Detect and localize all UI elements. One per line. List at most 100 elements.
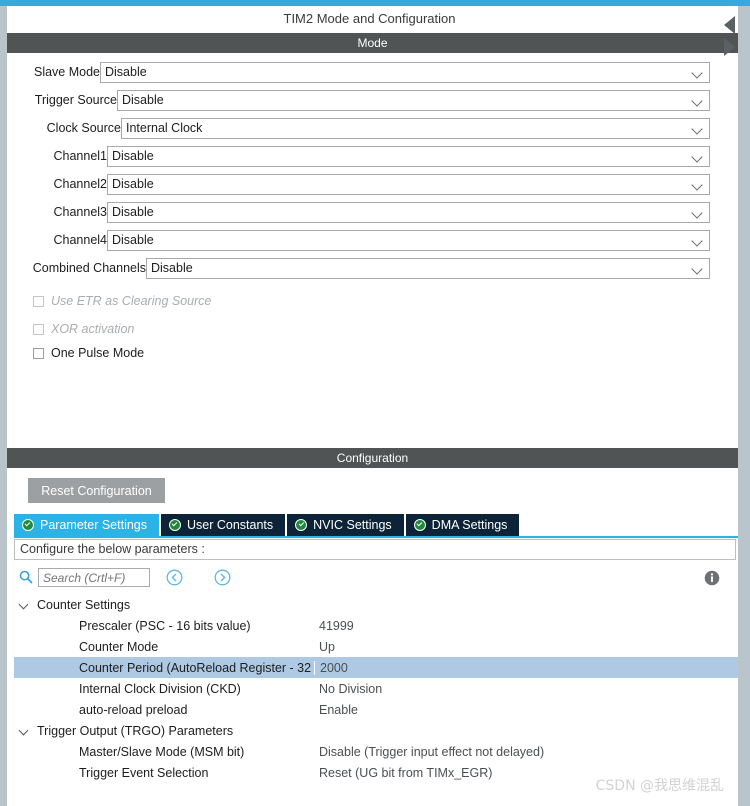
mode-field-row: Channel4 Disable: [7, 229, 738, 251]
mode-field-row: Clock Source Internal Clock: [7, 117, 738, 139]
tab-user-constants[interactable]: User Constants: [161, 514, 286, 536]
chevron-down-icon[interactable]: [20, 600, 30, 610]
parameter-value[interactable]: 2000: [314, 660, 738, 675]
mode-field-value: Disable: [122, 93, 164, 107]
mode-field-value: Disable: [112, 233, 154, 247]
tree-group-header[interactable]: Trigger Output (TRGO) Parameters: [14, 720, 738, 741]
tab-nvic-settings[interactable]: NVIC Settings: [287, 514, 404, 536]
parameter-row[interactable]: auto-reload preload Enable: [14, 699, 738, 720]
mode-field-value: Disable: [105, 65, 147, 79]
chevron-down-icon[interactable]: [687, 259, 709, 278]
right-scroll-rail[interactable]: [738, 6, 750, 806]
tab-parameter-settings[interactable]: Parameter Settings: [14, 514, 159, 536]
mode-field-label: Trigger Source: [34, 93, 117, 107]
parameter-name: Counter Period (AutoReload Register - 32…: [79, 660, 314, 675]
chevron-down-icon[interactable]: [687, 203, 709, 222]
search-input[interactable]: [38, 568, 150, 587]
mode-checkbox-row: XOR activation: [33, 320, 134, 338]
tree-group-label: Counter Settings: [37, 597, 131, 612]
mode-field-dropdown[interactable]: Disable: [107, 201, 710, 223]
mode-field-value: Disable: [151, 261, 193, 275]
mode-field-dropdown[interactable]: Disable: [107, 173, 710, 195]
mode-field-dropdown[interactable]: Disable: [100, 61, 710, 83]
configuration-panel: Reset Configuration Parameter Settings Us…: [7, 468, 738, 806]
check-circle-icon: [169, 519, 181, 531]
mode-field-label: Slave Mode: [33, 65, 100, 79]
checkbox-label: Use ETR as Clearing Source: [51, 294, 212, 308]
tab-dma-settings[interactable]: DMA Settings: [405, 514, 520, 536]
mode-field-value: Disable: [112, 177, 154, 191]
mode-checkbox-row: Use ETR as Clearing Source: [33, 292, 211, 310]
chevron-down-icon[interactable]: [687, 175, 709, 194]
mode-field-dropdown[interactable]: Disable: [117, 89, 710, 111]
mode-field-label: Channel1: [53, 149, 107, 163]
parameter-row[interactable]: Counter Mode Up: [14, 636, 738, 657]
configure-hint: Configure the below parameters :: [14, 539, 736, 560]
parameter-name: Prescaler (PSC - 16 bits value): [79, 618, 251, 633]
tree-group-label: Trigger Output (TRGO) Parameters: [37, 723, 234, 738]
tree-horizontal-scrollbar[interactable]: [14, 798, 738, 804]
parameter-tree: Counter Settings Prescaler (PSC - 16 bits…: [14, 594, 738, 783]
parameter-row[interactable]: Internal Clock Division (CKD) No Division: [14, 678, 738, 699]
search-toolbar: [14, 566, 738, 592]
tab-label: Parameter Settings: [40, 518, 147, 532]
mode-field-value: Internal Clock: [126, 121, 203, 135]
check-circle-icon: [295, 519, 308, 531]
mode-field-dropdown[interactable]: Disable: [107, 145, 710, 167]
chevron-left-icon[interactable]: [724, 16, 735, 34]
configuration-section-header: Configuration: [7, 448, 738, 468]
chevron-down-icon[interactable]: [687, 147, 709, 166]
mode-field-label: Channel3: [53, 205, 107, 219]
mode-field-row: Channel2 Disable: [7, 173, 738, 195]
info-circle-icon[interactable]: [704, 570, 720, 586]
checkbox-label: One Pulse Mode: [51, 346, 145, 360]
mode-field-row: Channel1 Disable: [7, 145, 738, 167]
tab-underline: [14, 536, 738, 538]
checkbox-icon: [33, 323, 44, 335]
parameter-value[interactable]: Disable (Trigger input effect not delaye…: [314, 745, 738, 759]
mode-field-dropdown[interactable]: Disable: [146, 257, 710, 279]
mode-field-label: Channel2: [53, 177, 107, 191]
watermark: CSDN @我思维混乱: [595, 778, 724, 794]
checkbox-icon[interactable]: [33, 347, 44, 359]
parameter-name: Master/Slave Mode (MSM bit): [79, 744, 245, 759]
chevron-down-icon[interactable]: [687, 91, 709, 110]
mode-field-label: Clock Source: [46, 121, 121, 135]
chevron-down-icon[interactable]: [687, 231, 709, 250]
configuration-tabstrip: Parameter Settings User Constants NVIC Set…: [14, 514, 521, 536]
tab-label: User Constants: [187, 518, 274, 532]
mode-field-dropdown[interactable]: Internal Clock: [121, 117, 710, 139]
circle-arrow-left-icon[interactable]: [166, 569, 183, 586]
parameter-row[interactable]: Master/Slave Mode (MSM bit) Disable (Trig…: [14, 741, 738, 762]
chevron-down-icon[interactable]: [687, 63, 709, 82]
mode-field-row: Combined Channels Disable: [7, 257, 738, 279]
check-circle-icon: [413, 519, 426, 531]
parameter-row[interactable]: Prescaler (PSC - 16 bits value) 41999: [14, 615, 738, 636]
parameter-value[interactable]: No Division: [314, 682, 738, 696]
chevron-right-icon[interactable]: [724, 38, 735, 56]
parameter-value[interactable]: Up: [314, 640, 738, 654]
parameter-name: Internal Clock Division (CKD): [79, 681, 241, 696]
left-gutter: [0, 6, 7, 806]
mode-field-value: Disable: [112, 205, 154, 219]
parameter-row[interactable]: Counter Period (AutoReload Register - 32…: [14, 657, 738, 678]
chevron-down-icon[interactable]: [687, 119, 709, 138]
parameter-name: Trigger Event Selection: [79, 765, 209, 780]
mode-section-header: Mode: [7, 33, 738, 53]
parameter-name: Counter Mode: [79, 639, 159, 654]
mode-checkbox-row[interactable]: One Pulse Mode: [33, 344, 144, 362]
checkbox-label: XOR activation: [51, 322, 135, 336]
mode-field-dropdown[interactable]: Disable: [107, 229, 710, 251]
circle-arrow-right-icon[interactable]: [214, 569, 231, 586]
check-circle-icon: [22, 519, 34, 531]
chevron-down-icon[interactable]: [20, 726, 30, 736]
reset-configuration-button[interactable]: Reset Configuration: [28, 478, 165, 503]
tree-group-header[interactable]: Counter Settings: [14, 594, 738, 615]
panel-collapse-chevrons[interactable]: [724, 16, 738, 60]
checkbox-icon: [33, 295, 44, 307]
parameter-value[interactable]: 41999: [314, 619, 738, 633]
parameter-value[interactable]: Enable: [314, 703, 738, 717]
mode-panel: Slave Mode Disable Trigger Source Disable Cl…: [7, 53, 738, 443]
mode-field-label: Channel4: [53, 233, 107, 247]
mode-field-value: Disable: [112, 149, 154, 163]
